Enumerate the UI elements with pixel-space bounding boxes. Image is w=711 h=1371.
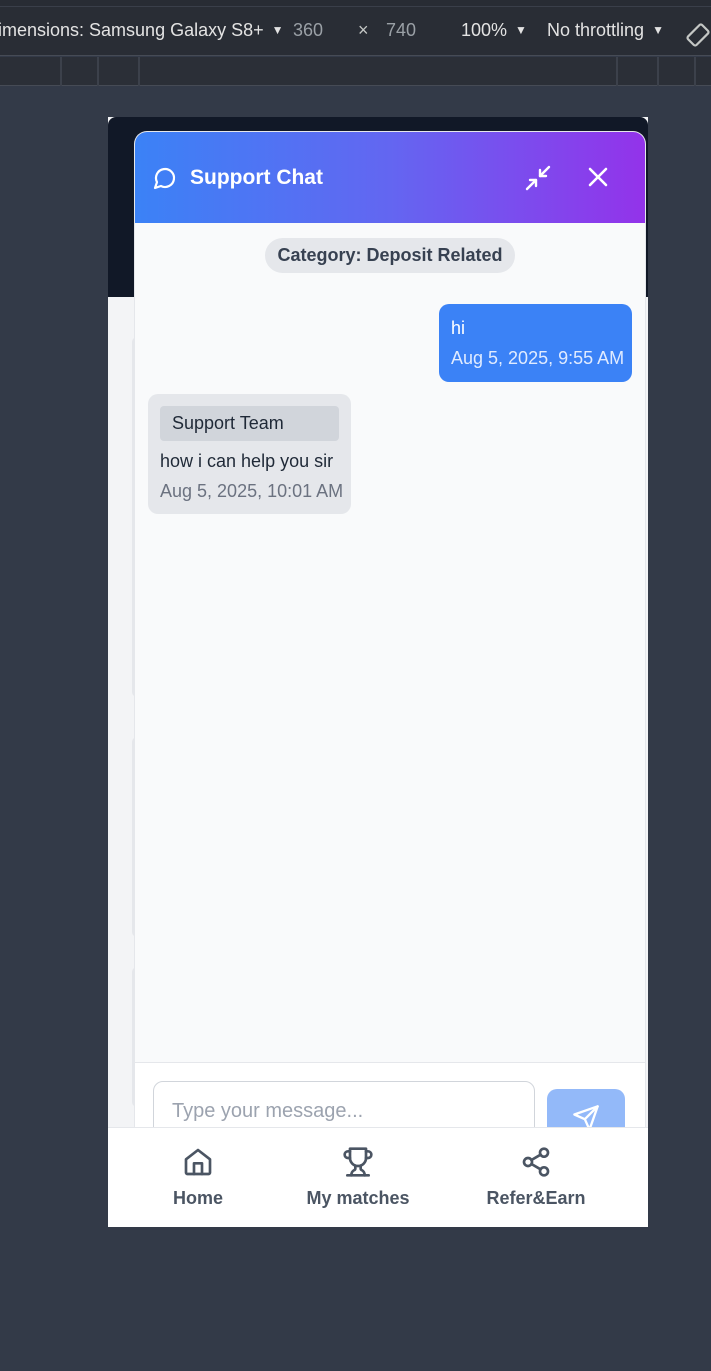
ruler-tick <box>657 57 659 86</box>
category-badge: Category: Deposit Related <box>265 238 515 273</box>
nav-label: Refer&Earn <box>486 1188 586 1208</box>
message-timestamp: Aug 5, 2025, 9:55 AM <box>451 348 625 368</box>
zoom-dropdown[interactable]: 100% ▼ <box>461 20 527 41</box>
dimension-times-icon: × <box>358 20 369 40</box>
share-icon <box>522 1147 550 1177</box>
message-input[interactable] <box>153 1081 535 1132</box>
sender-name: Support Team <box>160 406 339 441</box>
device-dimensions-dropdown[interactable]: imensions: Samsung Galaxy S8+ ▼ <box>0 20 284 41</box>
dropdown-caret-icon: ▼ <box>652 23 664 37</box>
home-icon <box>184 1148 212 1176</box>
devtools-ruler <box>0 57 711 86</box>
message-text: how i can help you sir <box>160 451 334 471</box>
message-timestamp: Aug 5, 2025, 10:01 AM <box>160 481 344 501</box>
device-name: imensions: Samsung Galaxy S8+ <box>0 20 264 40</box>
support-chat-panel: Support Chat Category: Deposit Related h… <box>135 132 645 1132</box>
ruler-tick <box>97 57 99 86</box>
message-circle-icon <box>153 167 176 190</box>
dropdown-caret-icon: ▼ <box>515 23 527 37</box>
rotate-device-icon[interactable] <box>686 22 711 48</box>
nav-item-refer-earn[interactable]: Refer&Earn <box>481 1128 591 1227</box>
ruler-tick <box>138 57 140 86</box>
bottom-navigation: Home My matches Refer&Earn <box>108 1127 648 1227</box>
nav-label: Home <box>172 1188 223 1208</box>
device-viewport: Support Chat Category: Deposit Related h… <box>108 117 648 1227</box>
support-message-bubble: Support Team how i can help you sir Aug … <box>148 394 351 514</box>
zoom-value: 100% <box>461 20 508 40</box>
trophy-icon <box>343 1147 373 1177</box>
ruler-tick <box>60 57 62 86</box>
ruler-tick <box>616 57 618 86</box>
dropdown-caret-icon: ▼ <box>271 23 284 37</box>
nav-item-my-matches[interactable]: My matches <box>298 1128 418 1227</box>
nav-label: My matches <box>306 1188 410 1208</box>
ruler-tick <box>694 57 696 86</box>
throttling-dropdown[interactable]: No throttling ▼ <box>547 20 664 41</box>
message-text: hi <box>451 318 466 338</box>
device-height-input[interactable]: 740 <box>386 20 416 41</box>
nav-item-home[interactable]: Home <box>148 1128 248 1227</box>
send-button[interactable] <box>547 1089 625 1132</box>
chat-header: Support Chat <box>135 132 645 223</box>
chat-title: Support Chat <box>190 166 323 189</box>
device-width-input[interactable]: 360 <box>293 20 323 41</box>
throttling-value: No throttling <box>547 20 645 40</box>
user-message-bubble: hi Aug 5, 2025, 9:55 AM <box>439 304 632 382</box>
message-composer <box>135 1062 645 1132</box>
devtools-device-toolbar: imensions: Samsung Galaxy S8+ ▼ 360 × 740… <box>0 6 711 56</box>
minimize-icon[interactable] <box>523 163 553 193</box>
close-icon[interactable] <box>584 163 612 191</box>
